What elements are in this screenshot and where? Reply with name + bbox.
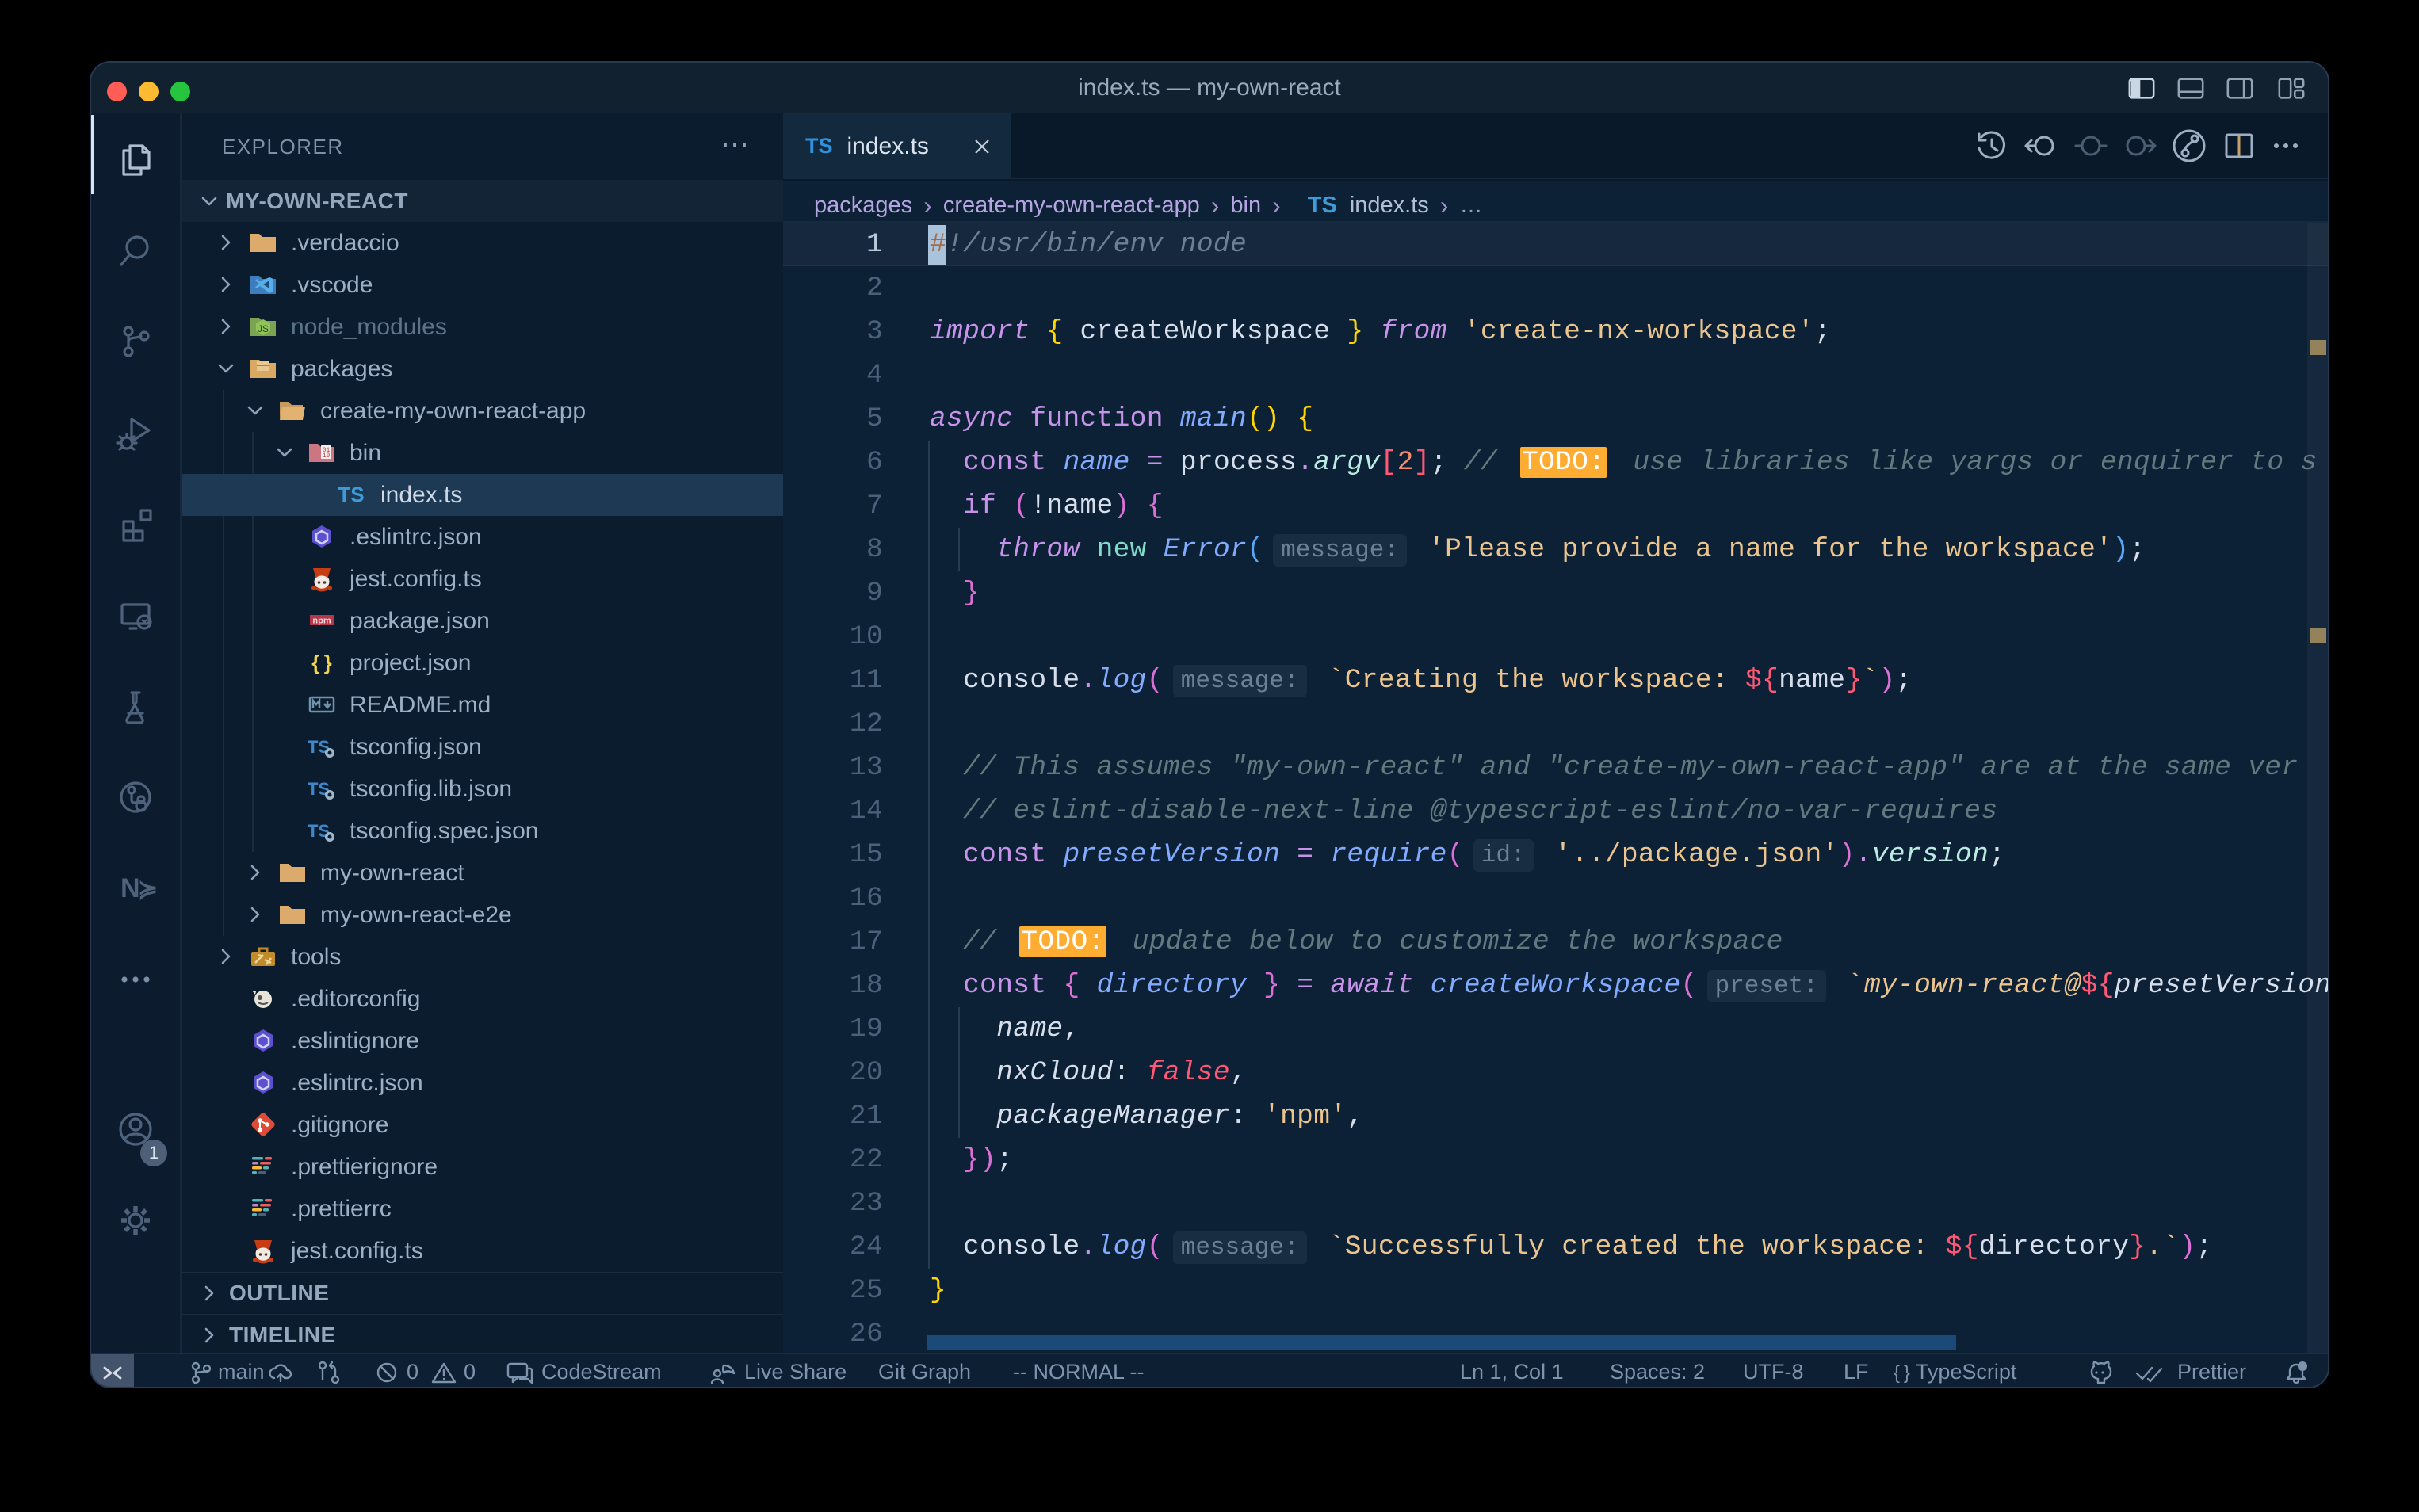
svg-text:{ }: { } [311, 651, 331, 674]
svg-text:TS: TS [338, 483, 364, 506]
svg-text:JS: JS [258, 323, 269, 334]
svg-text:N: N [120, 873, 140, 903]
svg-text:10: 10 [323, 452, 331, 460]
svg-text:≽: ≽ [138, 876, 157, 903]
svg-text:npm: npm [312, 617, 331, 626]
